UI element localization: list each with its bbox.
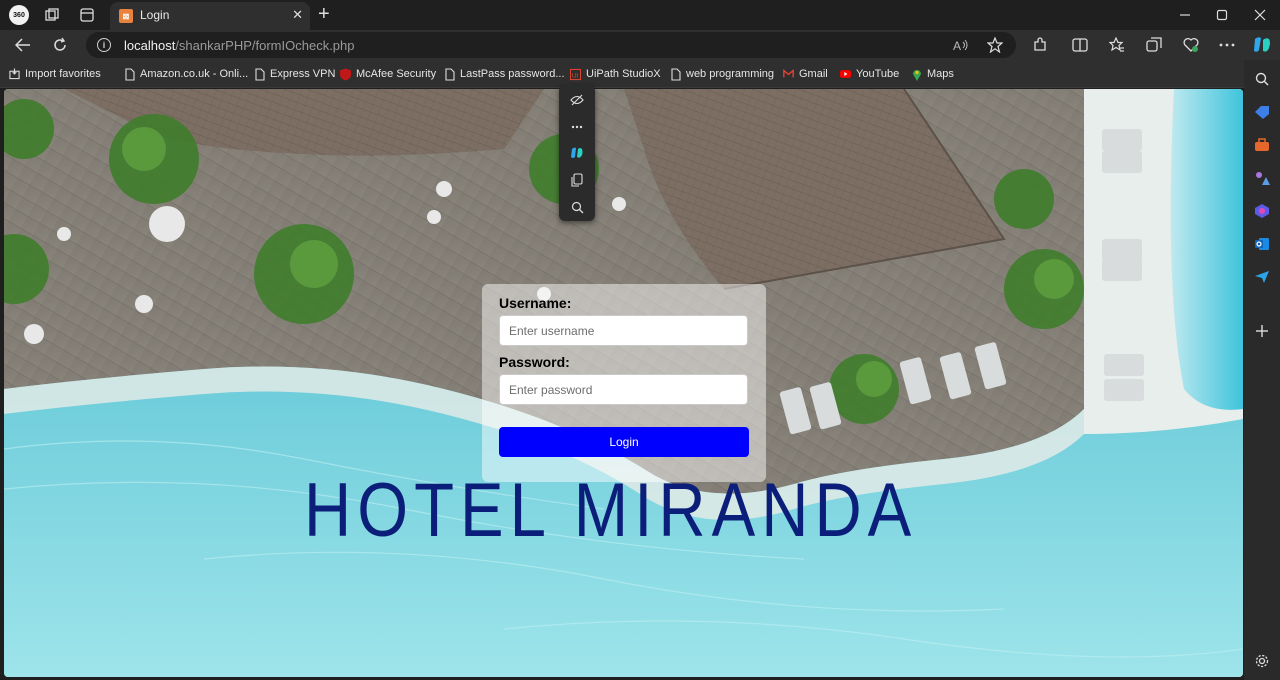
hide-menu-icon[interactable] — [568, 91, 586, 109]
page-icon — [444, 67, 455, 81]
copilot-icon[interactable] — [1251, 34, 1273, 56]
maps-icon — [911, 68, 922, 81]
close-tab-icon[interactable]: ✕ — [292, 7, 303, 23]
page-icon — [670, 67, 681, 81]
favorite-label: YouTube — [856, 68, 900, 80]
close-window-icon[interactable] — [1247, 4, 1273, 26]
favorite-youtube[interactable]: YouTube — [840, 66, 899, 82]
url-path: /shankarPHP/formIOcheck.php — [175, 38, 355, 53]
outlook-icon[interactable] — [1253, 235, 1271, 253]
favorite-label: Express VPN — [270, 68, 336, 80]
gmail-icon — [783, 68, 794, 81]
favorite-label: web programming — [686, 68, 775, 80]
favorite-label: Gmail — [799, 68, 828, 80]
xampp-icon: ⊠ — [119, 9, 133, 23]
add-sidebar-app-icon[interactable] — [1253, 322, 1271, 340]
url-text[interactable]: localhost/shankarPHP/formIOcheck.php — [124, 38, 355, 53]
browser-essentials-icon[interactable] — [1180, 34, 1202, 56]
page-icon — [124, 67, 135, 81]
site-info-icon[interactable]: i — [97, 38, 111, 52]
favorite-label: Import favorites — [25, 68, 101, 80]
page-icon — [254, 67, 265, 81]
mcafee-icon — [340, 68, 351, 81]
favorite-lastpass[interactable]: LastPass password... — [444, 66, 565, 82]
password-input[interactable] — [499, 374, 748, 405]
favorite-mcafee[interactable]: McAfee Security — [340, 66, 436, 82]
microsoft-365-icon[interactable] — [1253, 202, 1271, 220]
page-viewport: Username: Password: Login HOTEL MIRANDA — [4, 89, 1243, 677]
more-options-icon[interactable] — [1216, 34, 1238, 56]
password-label: Password: — [499, 354, 570, 370]
favorite-label: Amazon.co.uk - Onli... — [140, 68, 249, 80]
workspaces-icon[interactable] — [41, 4, 63, 26]
back-icon[interactable] — [11, 34, 35, 56]
favorite-label: UiPath StudioX — [586, 68, 661, 80]
refresh-icon[interactable] — [48, 34, 72, 56]
search-icon[interactable] — [568, 198, 586, 216]
tab-strip: 360 ⊠ Login ✕ + — [0, 0, 1280, 30]
svg-text:A: A — [953, 39, 961, 52]
favorite-amazon[interactable]: Amazon.co.uk - Onli... — [124, 66, 248, 82]
import-icon — [9, 68, 20, 81]
read-aloud-icon[interactable]: A — [952, 36, 970, 54]
username-input[interactable] — [499, 315, 748, 346]
favorites-icon[interactable] — [1106, 34, 1128, 56]
tab-actions-icon[interactable] — [76, 4, 98, 26]
favorite-label: LastPass password... — [460, 68, 565, 80]
copy-icon[interactable] — [568, 171, 586, 189]
maximize-icon[interactable] — [1209, 4, 1235, 26]
favorite-maps[interactable]: Maps — [911, 66, 954, 82]
favorite-gmail[interactable]: Gmail — [783, 66, 828, 82]
address-bar[interactable]: i localhost/shankarPHP/formIOcheck.php A — [86, 32, 1016, 58]
profile-avatar[interactable]: 360 — [9, 5, 29, 25]
more-icon[interactable] — [568, 118, 586, 136]
hotel-title: HOTEL MIRANDA — [304, 468, 918, 553]
favorite-uipath[interactable]: Ui UiPath StudioX — [570, 66, 661, 82]
collections-icon[interactable] — [1143, 34, 1165, 56]
games-icon[interactable] — [1253, 169, 1271, 187]
edge-sidebar — [1244, 60, 1280, 680]
favorite-star-icon[interactable] — [986, 36, 1004, 54]
tools-icon[interactable] — [1253, 136, 1271, 154]
favorite-web-programming[interactable]: web programming — [670, 66, 774, 82]
minimize-icon[interactable] — [1172, 4, 1198, 26]
login-button[interactable]: Login — [499, 427, 749, 457]
tab-title: Login — [140, 8, 170, 22]
login-form: Username: Password: Login — [482, 284, 766, 482]
mini-menu-toolbar — [559, 85, 595, 221]
favorite-express-vpn[interactable]: Express VPN — [254, 66, 335, 82]
uipath-icon: Ui — [570, 68, 581, 81]
search-icon[interactable] — [1253, 70, 1271, 88]
browser-toolbar: i localhost/shankarPHP/formIOcheck.php A — [0, 30, 1280, 60]
favorites-bar: Import favorites Amazon.co.uk - Onli... … — [0, 60, 1280, 88]
shopping-tag-icon[interactable] — [1253, 103, 1271, 121]
url-host: localhost — [124, 38, 176, 53]
tab-login[interactable]: ⊠ Login ✕ — [110, 2, 310, 30]
send-icon[interactable] — [1253, 268, 1271, 286]
new-tab-button[interactable]: + — [318, 4, 330, 24]
favorite-label: Maps — [927, 68, 954, 80]
youtube-icon — [840, 68, 851, 81]
svg-text:Ui: Ui — [572, 72, 579, 79]
favorite-label: McAfee Security — [356, 68, 437, 80]
favorite-import[interactable]: Import favorites — [9, 66, 101, 82]
sidebar-settings-icon[interactable] — [1253, 652, 1271, 670]
username-label: Username: — [499, 295, 572, 311]
extensions-icon[interactable] — [1029, 34, 1051, 56]
split-screen-icon[interactable] — [1069, 34, 1091, 56]
copilot-icon[interactable] — [568, 144, 586, 162]
